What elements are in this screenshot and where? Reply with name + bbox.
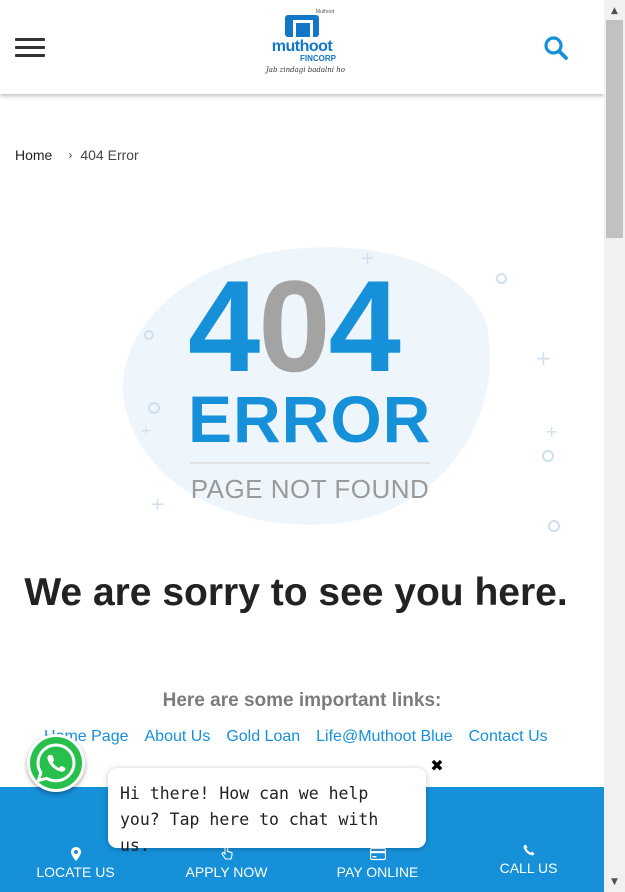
logo-brand-name: muthoot <box>271 38 333 55</box>
breadcrumb-home-link[interactable]: Home <box>15 147 52 163</box>
ring-decoration-icon <box>542 450 554 462</box>
scrollbar[interactable]: ▲ ▼ <box>604 0 625 892</box>
links-title: Here are some important links: <box>162 690 442 711</box>
link-about-us[interactable]: About Us <box>145 728 211 746</box>
nav-call-us[interactable]: CALL US <box>453 837 604 892</box>
error-digit: 0 <box>258 253 330 399</box>
breadcrumb-current: 404 Error <box>80 147 139 163</box>
nav-label: APPLY NOW <box>185 864 268 880</box>
nav-label: CALL US <box>499 860 558 876</box>
chat-prompt-bubble[interactable]: Hi there! How can we help you? Tap here … <box>108 768 426 855</box>
ring-decoration-icon <box>148 402 160 414</box>
link-contact-us[interactable]: Contact Us <box>468 728 547 746</box>
error-word: ERROR <box>188 382 432 456</box>
error-code: 404 <box>188 261 401 391</box>
plus-decoration-icon: + <box>150 494 166 515</box>
search-icon[interactable] <box>543 35 569 61</box>
location-pin-icon <box>70 847 81 861</box>
logo-sub-name: FINCORP <box>300 54 336 63</box>
important-links: Home Page About Us Gold Loan Life@Muthoo… <box>44 728 564 746</box>
divider <box>190 462 430 464</box>
menu-icon[interactable] <box>15 38 45 60</box>
breadcrumb: Home › 404 Error <box>15 147 139 163</box>
logo-tagline: Jab zindagi badalni ho <box>266 66 345 74</box>
page: Muthoot muthoot FINCORP Jab zindagi bada… <box>0 0 604 892</box>
scroll-down-arrow-icon[interactable]: ▼ <box>604 872 625 892</box>
phone-icon <box>523 844 534 856</box>
ring-decoration-icon <box>548 520 560 532</box>
nav-label: LOCATE US <box>36 864 115 880</box>
brand-logo[interactable]: Muthoot muthoot FINCORP Jab zindagi bada… <box>266 10 345 76</box>
error-404-illustration: + + + + + 404 ERROR PAGE NOT FOUND <box>106 223 570 551</box>
nav-label: PAY ONLINE <box>336 864 419 880</box>
ring-decoration-icon <box>496 273 507 284</box>
scroll-up-arrow-icon[interactable]: ▲ <box>604 0 625 20</box>
site-header: Muthoot muthoot FINCORP Jab zindagi bada… <box>0 0 604 94</box>
credit-card-icon <box>369 847 386 861</box>
whatsapp-icon[interactable] <box>27 734 85 792</box>
link-life-muthoot-blue[interactable]: Life@Muthoot Blue <box>316 728 452 746</box>
logo-mark-icon <box>285 15 319 37</box>
scrollbar-thumb[interactable] <box>606 20 623 238</box>
link-gold-loan[interactable]: Gold Loan <box>226 728 300 746</box>
error-digit: 4 <box>188 253 260 399</box>
error-digit: 4 <box>328 253 401 399</box>
chevron-right-icon: › <box>68 148 73 162</box>
plus-decoration-icon: + <box>545 422 559 441</box>
page-not-found-text: PAGE NOT FOUND <box>190 474 430 504</box>
close-icon[interactable]: ✖ <box>428 757 446 775</box>
sorry-heading: We are sorry to see you here. <box>24 571 568 614</box>
hand-pointer-icon <box>221 847 233 860</box>
plus-decoration-icon: + <box>535 346 552 370</box>
plus-decoration-icon: + <box>140 423 152 439</box>
ring-decoration-icon <box>144 330 154 340</box>
